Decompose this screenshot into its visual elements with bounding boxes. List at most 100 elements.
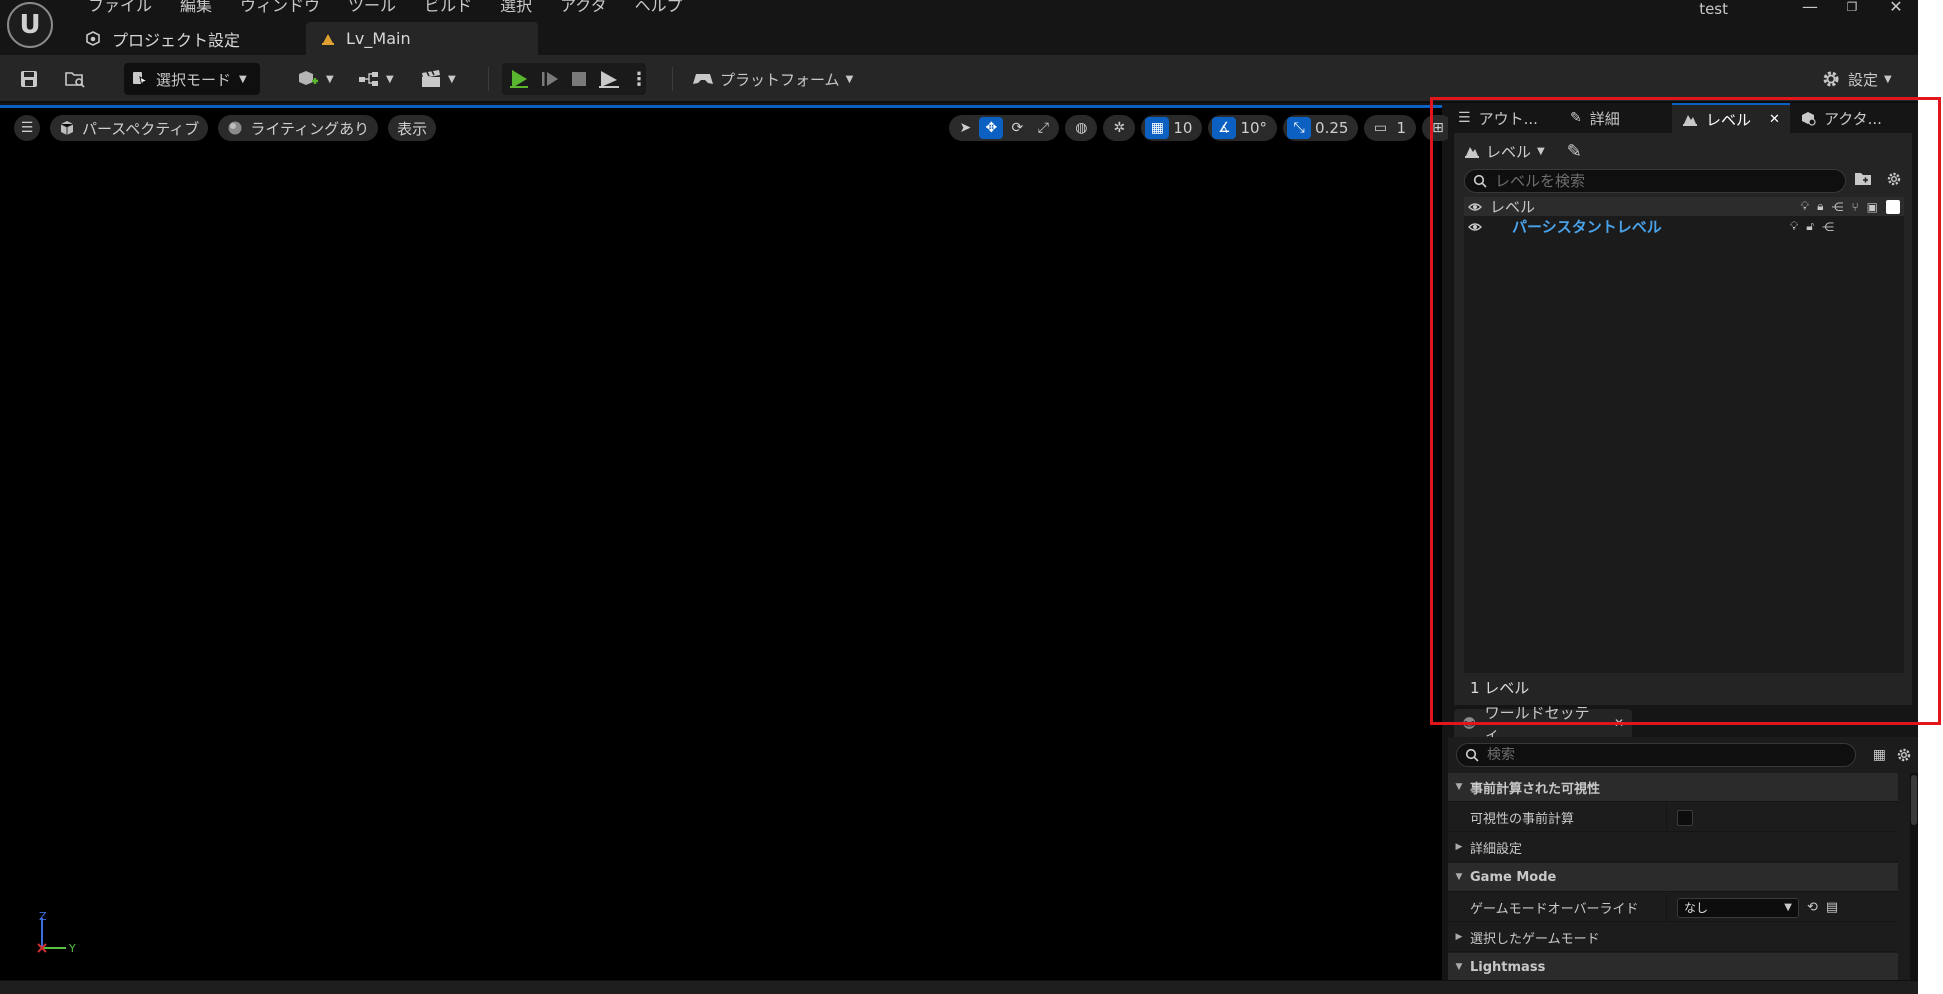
right-panel-tabs: ☰ アウト... ✎ 詳細 レベル ✕ アクタ... <box>1448 103 1918 133</box>
mode-select-dropdown[interactable]: 選択モード ▼ <box>124 63 260 95</box>
camera-icon[interactable]: ▭ <box>1368 117 1392 139</box>
table-view-icon[interactable]: ▦ <box>1873 747 1886 763</box>
platform-dropdown[interactable]: プラットフォーム ▼ <box>692 63 853 95</box>
category-label: Game Mode <box>1470 869 1557 885</box>
scale-snap[interactable]: ⤡ 0.25 <box>1283 115 1359 141</box>
hierarchy-icon[interactable]: ⋲ <box>1831 200 1843 214</box>
menu-actor[interactable]: アクタ <box>546 0 621 17</box>
axis-z-label: Z <box>39 912 47 923</box>
hierarchy-icon[interactable]: ⋲ <box>1822 220 1834 234</box>
menu-select[interactable]: 選択 <box>486 0 546 17</box>
camera-speed[interactable]: ▭ 1 <box>1364 115 1416 141</box>
show-flags-button[interactable]: 表示 <box>388 115 437 141</box>
scrollbar-thumb[interactable] <box>1911 775 1917 825</box>
restore-button[interactable]: ❐ <box>1830 0 1874 18</box>
group-label: 選択したゲームモード <box>1470 931 1600 947</box>
menu-edit[interactable]: 編集 <box>166 0 226 17</box>
menu-window[interactable]: ウィンドウ <box>226 0 334 17</box>
menu-file[interactable]: ファイル <box>74 0 166 17</box>
visibility-eye-icon[interactable] <box>1464 202 1486 212</box>
tab-outliner[interactable]: ☰ アウト... <box>1448 103 1560 133</box>
step-icon[interactable] <box>540 69 560 89</box>
viewport-menu-button[interactable]: ☰ <box>14 115 40 141</box>
tab-levels-label: レベル <box>1706 110 1752 129</box>
browse-icon[interactable]: ▤ <box>1826 900 1838 915</box>
gear-icon[interactable] <box>1896 747 1912 763</box>
close-window-button[interactable]: ✕ <box>1874 0 1918 18</box>
lock-icon[interactable]: 🔒︎ <box>1817 199 1823 214</box>
tab-close-icon[interactable]: ✕ <box>1769 112 1780 127</box>
eject-icon[interactable] <box>598 69 620 89</box>
tab-world-settings[interactable]: ワールドセッティ... ✕ <box>1454 704 1632 743</box>
scale-icon[interactable]: ⤢ <box>1031 117 1055 139</box>
world-settings-scrollbar[interactable] <box>1910 773 1918 980</box>
gear-icon[interactable] <box>1886 171 1902 187</box>
perspective-button[interactable]: パースペクティブ <box>50 115 209 141</box>
hamburger-icon: ☰ <box>20 120 34 136</box>
play-controls: ⋮ <box>502 63 648 95</box>
scale-snap-icon[interactable]: ⤡ <box>1287 117 1312 139</box>
tab-actors[interactable]: アクタ... <box>1790 103 1910 133</box>
group-selected-gamemode[interactable]: ▶ 選択したゲームモード <box>1448 923 1898 952</box>
blueprint-icon <box>359 72 378 86</box>
world-settings-search-box[interactable] <box>1456 743 1856 767</box>
more-options-icon[interactable]: ⋮ <box>630 69 648 90</box>
level-search-box[interactable] <box>1464 169 1846 193</box>
edit-pencil-icon[interactable]: ✎ <box>1567 141 1582 162</box>
surface-snap-icon[interactable]: ✲ <box>1107 117 1131 139</box>
settings-dropdown[interactable]: 設定 ▼ <box>1820 63 1892 95</box>
tab-levels[interactable]: レベル ✕ <box>1672 103 1790 133</box>
tab-lv-main[interactable]: Lv_Main <box>306 22 538 55</box>
blueprint-dropdown[interactable]: ▼ <box>358 63 394 95</box>
levels-dropdown[interactable]: レベル ▼ <box>1464 141 1545 162</box>
lightbulb-icon[interactable]: 💡︎ <box>1790 219 1798 234</box>
rotation-snap[interactable]: ∡ 10° <box>1208 115 1278 141</box>
tab-details[interactable]: ✎ 詳細 <box>1560 103 1672 133</box>
world-settings-search-input[interactable] <box>1487 747 1827 763</box>
move-icon[interactable]: ✥ <box>979 117 1004 139</box>
menu-build[interactable]: ビルド <box>410 0 486 17</box>
content-browser-button[interactable] <box>60 63 90 95</box>
category-precomputed-visibility[interactable]: ▼ 事前計算された可視性 <box>1448 773 1898 802</box>
play-icon[interactable] <box>508 68 530 90</box>
tab-project-settings[interactable]: プロジェクト設定 <box>70 22 300 55</box>
precompute-visibility-checkbox[interactable] <box>1677 809 1693 826</box>
group-advanced[interactable]: ▶ 詳細設定 <box>1448 833 1898 862</box>
stop-icon[interactable] <box>570 70 588 88</box>
folder-add-icon[interactable] <box>1854 171 1872 187</box>
menu-help[interactable]: ヘルプ <box>621 0 697 17</box>
lightbulb-icon[interactable]: 💡︎ <box>1801 199 1809 214</box>
level-viewport[interactable]: ☰ パースペクティブ ライティングあり 表示 ➤ ✥ ⟳ ⤢ ◍ ✲ ▦ 10 … <box>0 105 1454 980</box>
grid-snap[interactable]: ▦ 10 <box>1141 115 1203 141</box>
gamemode-override-dropdown[interactable]: なし ▼ <box>1677 897 1799 918</box>
main-toolbar: 選択モード ▼ ▼ ▼ ▼ ⋮ プラットフォーム ▼ 設定 ▼ <box>0 55 1918 103</box>
scale-snap-value: 0.25 <box>1315 119 1349 137</box>
world-globe-icon[interactable]: ◍ <box>1069 117 1093 139</box>
tab-close-icon[interactable]: ✕ <box>1614 716 1624 730</box>
cinematics-dropdown[interactable]: ▼ <box>420 63 456 95</box>
branch-icon[interactable]: ⑂ <box>1851 200 1858 214</box>
minimize-button[interactable]: — <box>1788 0 1832 18</box>
property-gamemode-override: ゲームモードオーバーライド なし ▼ ⟲ ▤ <box>1448 893 1898 922</box>
level-row-persistent[interactable]: パーシスタントレベル 💡︎ 🔓︎ ⋲ <box>1464 217 1904 236</box>
angle-icon[interactable]: ∡ <box>1212 117 1237 139</box>
save-level-icon[interactable]: ▣ <box>1867 200 1878 214</box>
lighting-mode-button[interactable]: ライティングあり <box>218 115 379 141</box>
select-cursor-icon[interactable]: ➤ <box>953 117 977 139</box>
category-game-mode[interactable]: ▼ Game Mode <box>1448 863 1898 892</box>
level-search-input[interactable] <box>1495 172 1815 190</box>
rotate-icon[interactable]: ⟳ <box>1005 117 1029 139</box>
visibility-eye-icon[interactable] <box>1464 222 1486 232</box>
cube-icon <box>60 121 74 135</box>
add-actor-dropdown[interactable]: ▼ <box>296 63 334 95</box>
use-selected-icon[interactable]: ⟲ <box>1807 900 1818 915</box>
menu-tools[interactable]: ツール <box>334 0 410 17</box>
layout-grid-icon[interactable]: ⊞ <box>1426 117 1450 139</box>
search-icon <box>1465 748 1479 762</box>
color-swatch[interactable] <box>1886 199 1900 214</box>
unreal-logo-icon[interactable]: U <box>7 2 53 48</box>
unlock-icon[interactable]: 🔓︎ <box>1806 219 1814 234</box>
grid-icon[interactable]: ▦ <box>1145 117 1170 139</box>
save-button[interactable] <box>14 63 44 95</box>
category-lightmass[interactable]: ▼ Lightmass <box>1448 953 1898 982</box>
